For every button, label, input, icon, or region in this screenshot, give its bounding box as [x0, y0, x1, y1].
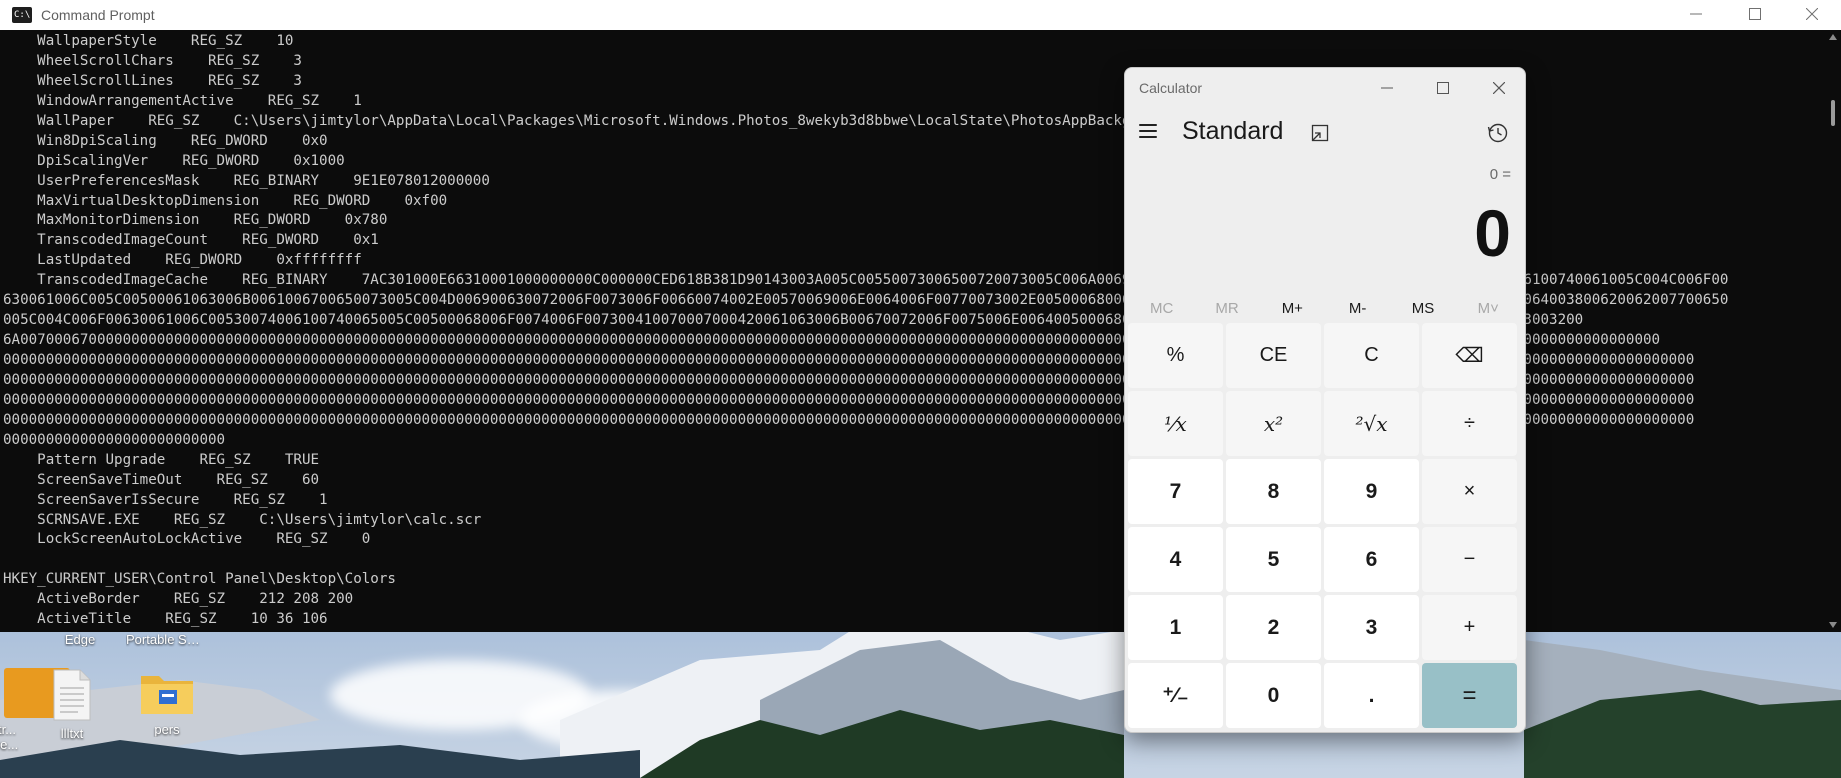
console-line: 005C004C006F00630061006C0053007400610074…: [3, 312, 1584, 329]
console-line: ScreenSaveTimeOut REG_SZ 60: [3, 471, 320, 488]
console-line: Win8DpiScaling REG_DWORD 0x0: [3, 132, 328, 149]
console-line: SCRNSAVE.EXE REG_SZ C:\Users\jimtylor\ca…: [3, 511, 482, 528]
console-line: 0000000000000000000000000000000000000000…: [3, 411, 1695, 428]
console-line: WallPaper REG_SZ C:\Users\jimtylor\AppDa…: [3, 112, 1182, 129]
close-icon: [1493, 82, 1505, 94]
desktop-icon-label: pers: [154, 722, 180, 737]
scrollbar-thumb[interactable]: [1831, 100, 1835, 126]
decimal-button[interactable]: .: [1324, 663, 1419, 728]
history-icon[interactable]: [1487, 122, 1509, 144]
console-line: 0000000000000000000000000000000000000000…: [3, 352, 1695, 368]
console-line: 0000000000000000000000000000000000000000…: [3, 391, 1695, 408]
minimize-icon: [1381, 87, 1393, 89]
console-line: TranscodedImageCount REG_DWORD 0x1: [3, 232, 379, 249]
console-line: 6A00700067000000000000000000000000000000…: [3, 332, 1661, 349]
console-line: WheelScrollChars REG_SZ 3: [3, 52, 302, 69]
digit-9-button[interactable]: 9: [1324, 459, 1419, 524]
scroll-down-icon[interactable]: [1829, 622, 1837, 628]
cmd-titlebar[interactable]: C:\ Command Prompt: [0, 0, 1841, 30]
console-line: 00000000000000000000000000: [3, 431, 226, 448]
plus-button[interactable]: +: [1422, 595, 1517, 660]
multiply-button[interactable]: ×: [1422, 459, 1517, 524]
digit-1-button[interactable]: 1: [1128, 595, 1223, 660]
keep-on-top-icon[interactable]: [1310, 123, 1330, 143]
navigation-menu-icon[interactable]: [1139, 124, 1157, 138]
desktop-icon-label: Edge: [64, 632, 96, 647]
calc-minimize-button[interactable]: [1359, 68, 1415, 108]
console-line: ActiveTitle REG_SZ 10 36 106: [3, 611, 328, 628]
digit-4-button[interactable]: 4: [1128, 527, 1223, 592]
text-file-icon: [53, 669, 91, 721]
digit-7-button[interactable]: 7: [1128, 459, 1223, 524]
console-line: DpiScalingVer REG_DWORD 0x1000: [3, 152, 345, 169]
console-line: LastUpdated REG_DWORD 0xffffffff: [3, 252, 362, 269]
calc-expression: 0 =: [1489, 166, 1511, 183]
calc-window-title: Calculator: [1139, 80, 1203, 96]
digit-6-button[interactable]: 6: [1324, 527, 1419, 592]
clear-button[interactable]: C: [1324, 323, 1419, 388]
desktop-icon-llltxt[interactable]: llltxt: [32, 668, 112, 741]
desktop-icon-label: re...: [0, 737, 19, 752]
close-icon: [1806, 8, 1818, 20]
maximize-icon: [1437, 82, 1449, 94]
calc-maximize-button[interactable]: [1415, 68, 1471, 108]
negate-button[interactable]: ⁺⁄₋: [1128, 663, 1223, 728]
console-line: ScreenSaverIsSecure REG_SZ 1: [3, 491, 328, 508]
calc-close-button[interactable]: [1471, 68, 1525, 108]
minimize-icon: [1690, 13, 1702, 15]
calculator-window[interactable]: Calculator Standard 0 = 0 MC MR M+ M- MS M˅ %…: [1124, 67, 1526, 733]
digit-5-button[interactable]: 5: [1226, 527, 1321, 592]
console-line: UserPreferencesMask REG_BINARY 9E1E07801…: [3, 172, 490, 189]
digit-0-button[interactable]: 0: [1226, 663, 1321, 728]
calc-keypad: % CE C ⌫ ¹⁄x x² ²√x ÷ 7 8 9 × 4 5 6− 1 2 3 + ⁺⁄₋ 0. =: [1128, 323, 1522, 728]
console-line: ActiveBorder REG_SZ 212 208 200: [3, 591, 354, 608]
close-button[interactable]: [1783, 0, 1841, 28]
desktop-icon-label: tr...: [0, 722, 17, 737]
console-scrollbar[interactable]: [1824, 30, 1841, 632]
reciprocal-button[interactable]: ¹⁄x: [1128, 391, 1223, 456]
cmd-app-icon: C:\: [12, 7, 32, 23]
console-output[interactable]: WallpaperStyle REG_SZ 10 WheelScrollChar…: [0, 32, 1824, 632]
percent-button[interactable]: %: [1128, 323, 1223, 388]
divide-button[interactable]: ÷: [1422, 391, 1517, 456]
console-line: HKEY_CURRENT_USER\Control Panel\Desktop\…: [3, 571, 396, 588]
cmd-window-title: Command Prompt: [41, 7, 155, 23]
minimize-button[interactable]: [1667, 0, 1725, 28]
backspace-button[interactable]: ⌫: [1422, 323, 1517, 388]
digit-8-button[interactable]: 8: [1226, 459, 1321, 524]
square-root-button[interactable]: ²√x: [1324, 391, 1419, 456]
console-line: MaxMonitorDimension REG_DWORD 0x780: [3, 212, 388, 229]
calc-display: 0: [1474, 196, 1511, 270]
desktop-icon-pers[interactable]: pers: [127, 668, 207, 737]
console-line: 630061006C005C00500061063006B00610067006…: [3, 292, 1729, 309]
desktop-icon-label: Portable SS...: [126, 632, 206, 647]
console-line: WallpaperStyle REG_SZ 10: [3, 33, 294, 49]
console-line: LockScreenAutoLockActive REG_SZ 0: [3, 531, 371, 548]
digit-3-button[interactable]: 3: [1324, 595, 1419, 660]
maximize-icon: [1749, 8, 1761, 20]
minus-button[interactable]: −: [1422, 527, 1517, 592]
folder-icon: [141, 676, 193, 714]
digit-2-button[interactable]: 2: [1226, 595, 1321, 660]
equals-button[interactable]: =: [1422, 663, 1517, 728]
console-line: 0000000000000000000000000000000000000000…: [3, 371, 1695, 388]
scroll-up-icon[interactable]: [1829, 34, 1837, 40]
console-line: Pattern Upgrade REG_SZ TRUE: [3, 451, 320, 468]
console-line: TranscodedImageCache REG_BINARY 7AC30100…: [3, 272, 1729, 289]
console-line: WindowArrangementActive REG_SZ 1: [3, 92, 362, 109]
square-button[interactable]: x²: [1226, 391, 1321, 456]
desktop-icon-partial[interactable]: tr... re...: [0, 668, 70, 752]
console-line: WheelScrollLines REG_SZ 3: [3, 72, 302, 89]
clear-entry-button[interactable]: CE: [1226, 323, 1321, 388]
maximize-button[interactable]: [1726, 0, 1784, 28]
calc-mode-title: Standard: [1182, 117, 1284, 145]
command-prompt-window[interactable]: C:\ Command Prompt WallpaperStyle REG_SZ…: [0, 0, 1841, 632]
desktop-icon-label: llltxt: [60, 726, 84, 741]
console-line: MaxVirtualDesktopDimension REG_DWORD 0xf…: [3, 192, 448, 209]
